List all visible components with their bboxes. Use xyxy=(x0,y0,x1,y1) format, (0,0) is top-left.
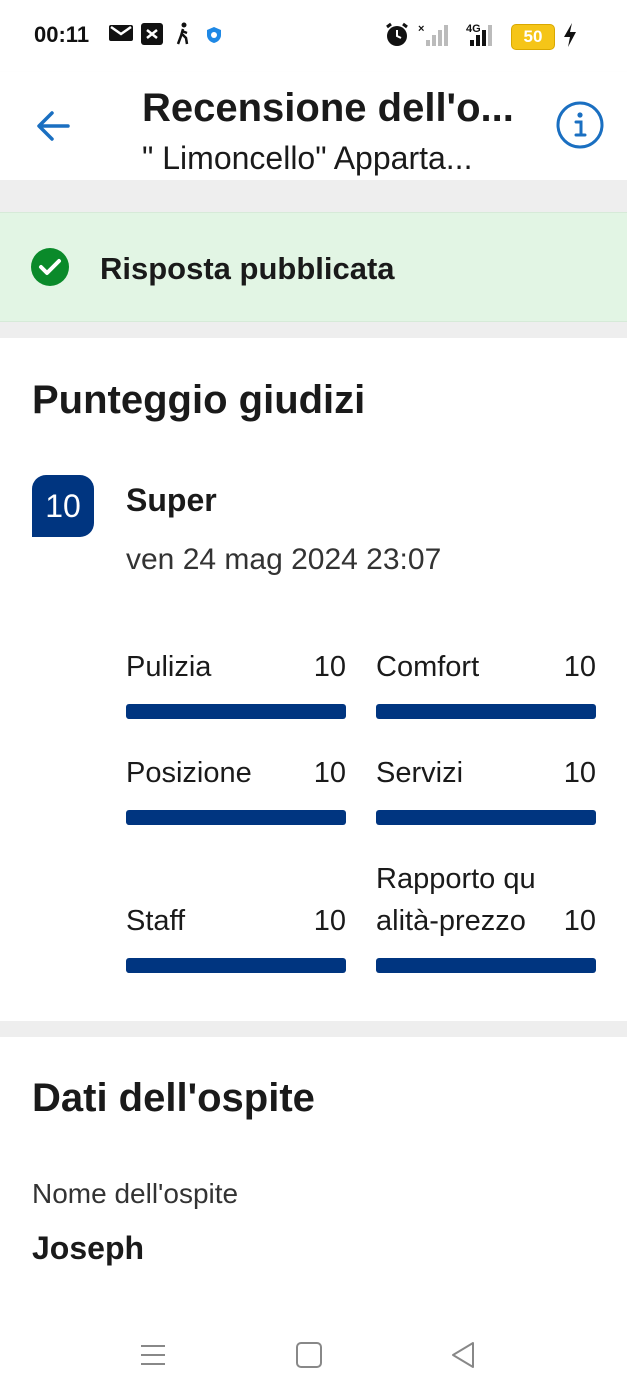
rating-bar xyxy=(376,958,596,973)
rating-staff: Staff 10 xyxy=(126,900,346,942)
battery-icon: 50 xyxy=(511,24,555,50)
rating-bar xyxy=(376,704,596,719)
rating-value: 10 xyxy=(313,757,346,789)
banner-text: Risposta pubblicata xyxy=(100,251,395,286)
status-bar: 00:11 × 4G 50 xyxy=(0,0,627,72)
rating-bar xyxy=(126,810,346,825)
alarm-icon xyxy=(386,22,408,46)
rating-label: Comfort xyxy=(376,651,480,683)
back-button[interactable] xyxy=(28,102,80,150)
signal-4g-icon: 4G xyxy=(466,23,492,46)
rating-posizione: Posizione 10 xyxy=(126,752,346,794)
charging-icon xyxy=(564,23,576,47)
rating-label: Rapporto qu alità-prezzo xyxy=(376,863,536,937)
scores-heading: Punteggio giudizi xyxy=(32,378,366,422)
score-word: Super xyxy=(126,482,217,518)
check-circle-icon xyxy=(31,248,69,286)
rating-value: 10 xyxy=(563,905,596,937)
battery-level: 50 xyxy=(523,27,543,46)
network-label: 4G xyxy=(466,23,481,35)
rating-label: Pulizia xyxy=(126,651,212,683)
rating-value: 10 xyxy=(313,905,346,937)
rating-rapporto-qualita-prezzo: Rapporto qu alità-prezzo 10 xyxy=(376,858,596,942)
guest-name: Joseph xyxy=(32,1230,145,1266)
walk-icon xyxy=(176,22,189,45)
back-icon[interactable] xyxy=(448,1340,478,1370)
guest-name-label: Nome dell'ospite xyxy=(32,1178,239,1209)
rating-label: Posizione xyxy=(126,757,252,789)
page-title: Recensione dell'o... xyxy=(142,86,514,130)
rating-comfort: Comfort 10 xyxy=(376,646,596,688)
rating-servizi: Servizi 10 xyxy=(376,752,596,794)
section-divider xyxy=(0,1021,627,1037)
shield-icon xyxy=(207,27,221,43)
score-badge: 10 xyxy=(32,475,94,537)
guest-heading: Dati dell'ospite xyxy=(32,1076,315,1120)
signal-icon: × xyxy=(418,23,448,46)
home-icon[interactable] xyxy=(294,1340,324,1370)
status-time: 00:11 xyxy=(34,22,90,47)
rating-pulizia: Pulizia 10 xyxy=(126,646,346,688)
rating-value: 10 xyxy=(563,651,596,683)
arrow-left-icon xyxy=(37,111,70,141)
rating-value: 10 xyxy=(313,651,346,683)
info-button[interactable] xyxy=(555,100,605,150)
rating-bar xyxy=(126,704,346,719)
review-date: ven 24 mag 2024 23:07 xyxy=(126,543,442,576)
svg-text:×: × xyxy=(418,23,424,35)
menu-icon[interactable] xyxy=(138,1340,168,1370)
rating-label: Servizi xyxy=(376,757,464,789)
rating-bar xyxy=(126,958,346,973)
rating-label: Staff xyxy=(126,905,186,937)
mail-icon xyxy=(109,25,133,41)
rating-bar xyxy=(376,810,596,825)
rating-value: 10 xyxy=(563,757,596,789)
status-banner: Risposta pubblicata xyxy=(0,212,627,322)
info-icon xyxy=(556,101,604,149)
app-bar: Recensione dell'o... " Limoncello" Appar… xyxy=(0,72,627,180)
notification-icon xyxy=(141,23,163,45)
page-subtitle: " Limoncello" Apparta... xyxy=(142,140,473,176)
